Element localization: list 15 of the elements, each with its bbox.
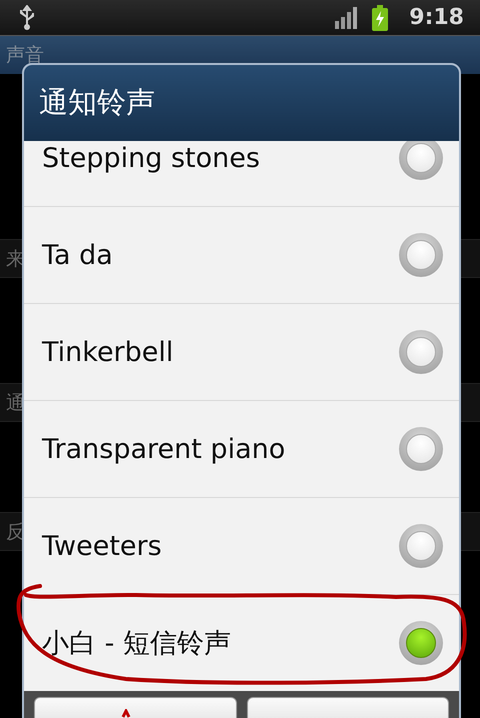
dialog-title: 通知铃声 (39, 84, 155, 121)
ringtone-option[interactable]: Ta da (24, 207, 459, 304)
ringtone-option[interactable]: Stepping stones (24, 141, 459, 207)
ringtone-name: Ta da (42, 240, 114, 270)
section-title: 反 (6, 520, 25, 544)
ringtone-name: Transparent piano (42, 434, 286, 464)
ringtone-option[interactable]: Tinkerbell (24, 304, 459, 401)
ringtone-name: Tinkerbell (42, 336, 174, 368)
ringtone-option[interactable]: Tweeters (24, 498, 459, 595)
screen-title: 声音 (6, 44, 44, 66)
ringtone-name: Stepping stones (42, 142, 261, 174)
ringtone-option[interactable]: Transparent piano (24, 401, 459, 498)
clock: 9:18 (409, 5, 464, 30)
ringtone-name: Tweeters (42, 530, 163, 562)
ringtone-name: 小白 - 短信铃声 (42, 627, 232, 661)
